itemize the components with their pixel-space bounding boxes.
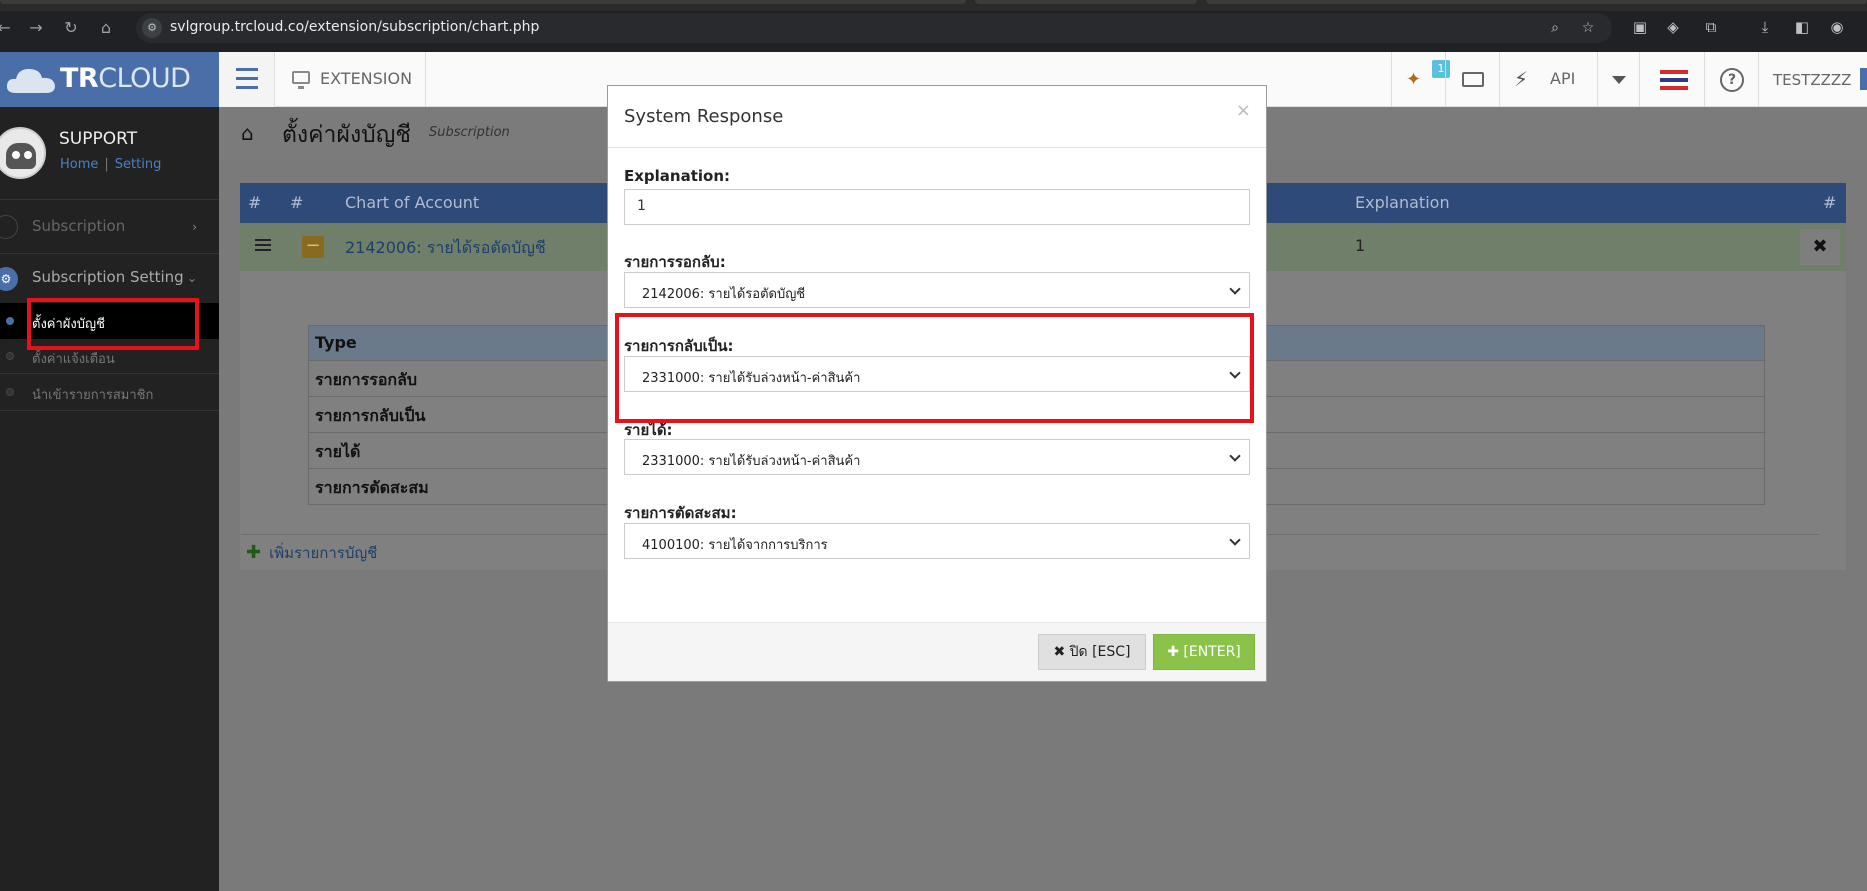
modal-footer: ✖ ปิด [ESC] ✚ [ENTER] [608, 622, 1266, 681]
notification-button[interactable]: ✦ 1 [1391, 52, 1450, 107]
side-panel-icon[interactable]: ◧ [1792, 17, 1812, 37]
dropdown-toggle[interactable] [1597, 52, 1639, 107]
user-menu[interactable]: TESTZZZZ [1758, 52, 1867, 107]
menu-toggle-button[interactable] [219, 52, 275, 107]
home-icon[interactable]: ⌂ [241, 121, 254, 145]
enter-button[interactable]: ✚ [ENTER] [1153, 634, 1255, 670]
revenue-select[interactable]: 2331000: รายได้รับล่วงหน้า-ค่าสินค้า [624, 439, 1250, 475]
return-to-select[interactable]: 2331000: รายได้รับล่วงหน้า-ค่าสินค้า [624, 356, 1250, 392]
back-icon[interactable]: ← [0, 18, 14, 38]
user-color-tag [1860, 68, 1867, 90]
chevron-down-icon [1229, 534, 1241, 546]
party-popper-icon: ✦ [1406, 69, 1422, 90]
drag-handle-icon[interactable] [255, 239, 271, 253]
plug-icon: ⚡ [1514, 67, 1529, 91]
reload-icon[interactable]: ↻ [61, 18, 81, 38]
extension-chat-icon[interactable]: ▣ [1630, 17, 1650, 37]
page-subtitle: Subscription [429, 125, 510, 140]
row-explanation: 1 [1355, 236, 1366, 255]
profile-name: SUPPORT [59, 129, 138, 149]
monitor-icon [292, 71, 310, 89]
chevron-down-icon [1229, 450, 1241, 462]
chevron-down-icon [1229, 283, 1241, 295]
sidebar: SUPPORT Home | Setting Subscription › ⚙ Su… [0, 107, 219, 891]
delete-row-button[interactable]: ✖ [1800, 229, 1840, 265]
avatar[interactable] [0, 127, 46, 179]
site-info-icon[interactable]: ⚙ [142, 18, 162, 38]
zoom-icon[interactable]: ⌕ [1546, 19, 1564, 37]
gear-icon: ⚙ [0, 267, 18, 291]
setting-link[interactable]: Setting [115, 157, 162, 172]
bookmark-star-icon[interactable]: ☆ [1579, 19, 1597, 37]
envelope-icon [1462, 72, 1484, 87]
modal-title: System Response [624, 106, 784, 127]
profile-links: Home | Setting [60, 157, 162, 172]
extensions-puzzle-icon[interactable]: ⧉ [1701, 17, 1721, 37]
page-title: ตั้งค่าผังบัญชี [282, 122, 411, 148]
profile-avatar-icon[interactable]: ◉ [1827, 17, 1847, 37]
modal-header: System Response × [608, 86, 1266, 148]
language-button[interactable] [1639, 52, 1704, 107]
api-button[interactable]: ⚡ API [1499, 52, 1597, 107]
forward-icon[interactable]: → [26, 18, 46, 38]
add-account-link[interactable]: ✚ เพิ่มรายการบัญชี [246, 541, 377, 565]
sidebar-subitem-chart-setting[interactable]: ตั้งค่าผังบัญชี [0, 303, 219, 339]
cloud-logo-icon [6, 69, 55, 93]
browser-tab-strip [0, 0, 1867, 11]
browser-toolbar: ← → ↻ ⌂ ⚙ svlgroup.trcloud.co/extension/… [0, 0, 1867, 52]
extension-shield-icon[interactable]: ◈ [1663, 17, 1683, 37]
caret-down-icon [1612, 76, 1626, 84]
help-button[interactable]: ? [1704, 52, 1758, 107]
thai-flag-icon [1660, 70, 1688, 90]
chevron-down-icon: ⌄ [186, 271, 197, 285]
browser-tab[interactable] [1206, 0, 1867, 4]
home-icon[interactable]: ⌂ [96, 18, 116, 38]
chevron-right-icon: › [192, 220, 197, 234]
logo-text: TRCLOUD [60, 63, 191, 94]
chevron-down-icon [1229, 367, 1241, 379]
address-bar[interactable]: ⚙ svlgroup.trcloud.co/extension/subscrip… [136, 13, 1612, 43]
download-icon[interactable]: ⤓ [1755, 17, 1775, 37]
logo[interactable]: TRCLOUD [0, 52, 219, 107]
collapse-button[interactable]: − [302, 236, 324, 258]
mail-button[interactable] [1445, 52, 1499, 107]
url-text[interactable]: svlgroup.trcloud.co/extension/subscripti… [170, 19, 539, 35]
sidebar-item-subscription-setting[interactable]: ⚙ Subscription Setting ⌄ [0, 257, 219, 302]
browser-tab[interactable] [975, 0, 1197, 4]
explanation-label: Explanation: [624, 167, 731, 185]
sidebar-subitem-notification-setting[interactable]: ตั้งค่าแจ้งเตือน [0, 338, 219, 374]
browser-tab[interactable] [0, 0, 966, 4]
map-icon [0, 215, 18, 239]
modal-close-icon[interactable]: × [1236, 100, 1251, 121]
pending-return-select[interactable]: 2142006: รายได้รอตัดบัญชี [624, 272, 1250, 308]
close-esc-button[interactable]: ✖ ปิด [ESC] [1038, 634, 1146, 670]
sidebar-item-subscription[interactable]: Subscription › [0, 207, 219, 249]
accumulated-cut-label: รายการตัดสะสม: [624, 504, 737, 522]
question-icon: ? [1720, 68, 1744, 92]
home-link[interactable]: Home [60, 157, 98, 172]
return-to-label: รายการกลับเป็น: [624, 337, 734, 355]
extension-link[interactable]: EXTENSION [276, 52, 426, 107]
accumulated-cut-select[interactable]: 4100100: รายได้จากการบริการ [624, 523, 1250, 559]
explanation-input[interactable]: 1 [624, 189, 1250, 225]
pending-return-label: รายการรอกลับ: [624, 253, 726, 271]
plus-icon: ✚ [246, 542, 262, 563]
sidebar-subitem-import-members[interactable]: นำเข้ารายการสมาชิก [0, 374, 219, 410]
system-response-modal: System Response × Explanation: 1 รายการร… [607, 85, 1267, 682]
row-account[interactable]: 2142006: รายได้รอตัดบัญชี [345, 236, 546, 261]
